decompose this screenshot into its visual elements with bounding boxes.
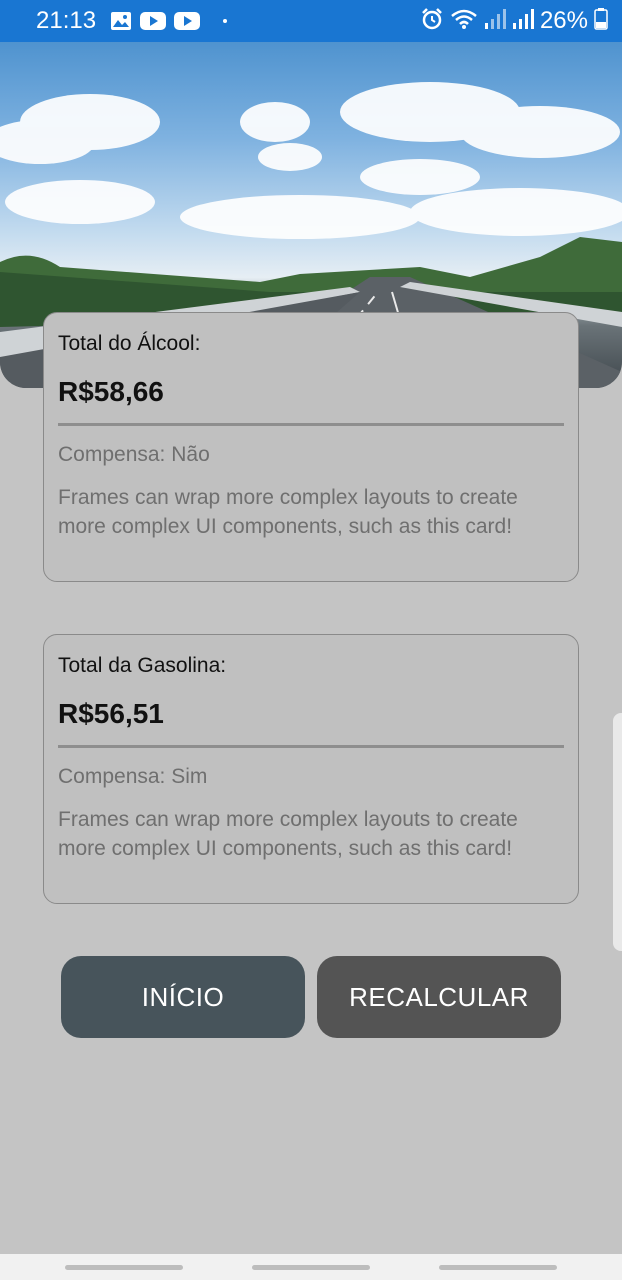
alarm-icon bbox=[420, 7, 444, 36]
alcool-card: Total do Álcool: R$58,66 Compensa: Não F… bbox=[43, 312, 579, 582]
card-status: Compensa: Sim bbox=[58, 765, 208, 788]
card-status: Compensa: Não bbox=[58, 443, 210, 466]
youtube-icon bbox=[174, 11, 201, 31]
home-button[interactable] bbox=[251, 1264, 370, 1270]
battery-icon bbox=[594, 7, 608, 35]
signal-icon bbox=[484, 8, 506, 35]
card-divider bbox=[58, 423, 564, 426]
card-value: R$58,66 bbox=[58, 376, 164, 407]
dot-icon bbox=[222, 18, 228, 24]
youtube-icon bbox=[140, 11, 167, 31]
card-divider bbox=[58, 745, 564, 748]
card-value: R$56,51 bbox=[58, 698, 164, 729]
wifi-icon bbox=[450, 8, 478, 35]
signal-icon bbox=[512, 8, 534, 35]
back-button[interactable] bbox=[439, 1264, 558, 1270]
card-description: Frames can wrap more complex layouts to … bbox=[58, 808, 518, 860]
inicio-button[interactable]: INÍCIO bbox=[61, 956, 305, 1038]
navigation-bar bbox=[0, 1254, 622, 1280]
recalcular-button[interactable]: RECALCULAR bbox=[317, 956, 561, 1038]
card-title: Total da Gasolina: bbox=[58, 654, 227, 677]
edge-panel-handle[interactable] bbox=[613, 713, 622, 951]
status-bar: 21:13 26% bbox=[0, 0, 622, 42]
battery-percent: 26% bbox=[539, 7, 588, 34]
card-description: Frames can wrap more complex layouts to … bbox=[58, 486, 518, 538]
status-right: 26% bbox=[420, 7, 608, 36]
status-time: 21:13 bbox=[36, 7, 97, 34]
image-icon bbox=[110, 11, 132, 31]
recents-button[interactable] bbox=[64, 1264, 183, 1270]
gasolina-card: Total da Gasolina: R$56,51 Compensa: Sim… bbox=[43, 634, 579, 904]
card-title: Total do Álcool: bbox=[58, 332, 201, 355]
